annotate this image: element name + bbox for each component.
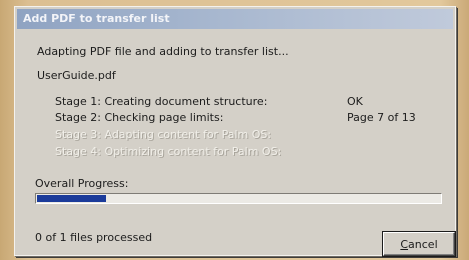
overall-progress-label: Overall Progress: [35,177,129,190]
files-processed-text: 0 of 1 files processed [35,231,153,244]
overall-progress-fill [37,195,106,202]
window-title: Add PDF to transfer list [23,12,170,25]
status-heading: Adapting PDF file and adding to transfer… [37,45,289,58]
stage-4-label: Stage 4: Optimizing content for Palm OS: [55,145,282,158]
add-pdf-dialog: Add PDF to transfer list Adapting PDF fi… [14,6,456,257]
title-bar[interactable]: Add PDF to transfer list [17,9,453,29]
stage-1-label: Stage 1: Creating document structure: [55,95,268,108]
stage-3-label: Stage 3: Adapting content for Palm OS: [55,128,272,141]
stage-2-status: Page 7 of 13 [347,111,416,124]
stage-2-label: Stage 2: Checking page limits: [55,111,224,124]
cancel-button[interactable]: Cancel [382,231,456,257]
file-name: UserGuide.pdf [37,69,116,82]
cancel-button-label: Cancel [400,238,438,251]
stage-1-status: OK [347,95,363,108]
overall-progress-bar [35,193,442,204]
